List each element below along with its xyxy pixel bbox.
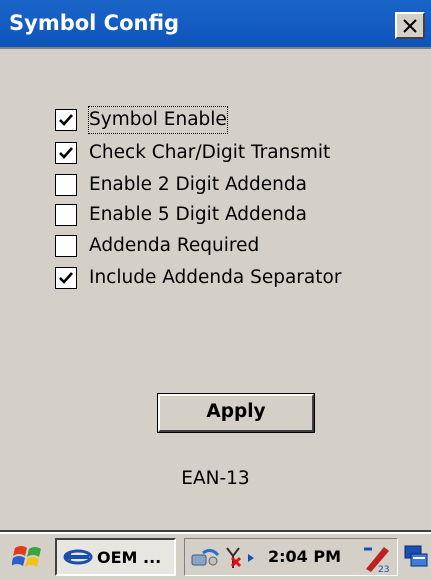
symbol-enable-checkbox[interactable] (55, 109, 77, 131)
symbol-enable-label: Symbol Enable (88, 106, 228, 134)
windows-flag-icon[interactable] (12, 542, 44, 572)
addenda-required-option[interactable]: Addenda Required (55, 233, 395, 259)
checkmark-icon (59, 114, 73, 126)
apply-button[interactable]: Apply (158, 394, 314, 432)
enable-2-digit-addenda-option[interactable]: Enable 2 Digit Addenda (55, 172, 395, 198)
oem-task-button[interactable]: OEM ... (55, 538, 176, 576)
title-bar: Symbol Config (0, 0, 431, 47)
network-icon[interactable] (191, 547, 219, 569)
check-char-digit-transmit-label: Check Char/Digit Transmit (89, 142, 331, 163)
enable-5-digit-addenda-label: Enable 5 Digit Addenda (89, 204, 307, 225)
symbol-enable-option[interactable]: Symbol Enable (55, 106, 395, 134)
include-addenda-separator-option[interactable]: Include Addenda Separator (55, 265, 395, 291)
check-char-digit-transmit-option[interactable]: Check Char/Digit Transmit (55, 140, 395, 166)
system-tray: 2:04 PM 23 (184, 538, 398, 576)
taskbar: OEM ... 2:04 PM 23 (0, 532, 431, 580)
enable-5-digit-addenda-option[interactable]: Enable 5 Digit Addenda (55, 202, 395, 228)
enable-2-digit-addenda-label: Enable 2 Digit Addenda (89, 174, 307, 195)
desktop-icon[interactable] (403, 544, 429, 570)
svg-text:23: 23 (378, 565, 389, 573)
symbology-name: EAN-13 (181, 468, 250, 489)
include-addenda-separator-label: Include Addenda Separator (89, 267, 342, 288)
addenda-required-label: Addenda Required (89, 235, 260, 256)
check-char-digit-transmit-checkbox[interactable] (55, 142, 77, 164)
checkmark-icon (59, 272, 73, 284)
enable-5-digit-addenda-checkbox[interactable] (55, 204, 77, 226)
input-panel-icon[interactable]: 23 (362, 545, 392, 573)
clock[interactable]: 2:04 PM (268, 545, 341, 569)
oem-app-icon (63, 549, 93, 565)
checkmark-icon (59, 147, 73, 159)
enable-2-digit-addenda-checkbox[interactable] (55, 174, 77, 196)
window-title: Symbol Config (9, 11, 180, 35)
title-separator (0, 47, 431, 49)
addenda-required-checkbox[interactable] (55, 235, 77, 257)
close-button[interactable] (395, 12, 425, 39)
close-icon (403, 19, 417, 33)
symbol-config-dialog: Symbol Config Symbol Enable Check Char/D… (0, 0, 431, 532)
task-label: OEM ... (97, 548, 162, 567)
include-addenda-separator-checkbox[interactable] (55, 267, 77, 289)
antenna-disconnected-icon[interactable] (223, 546, 263, 570)
